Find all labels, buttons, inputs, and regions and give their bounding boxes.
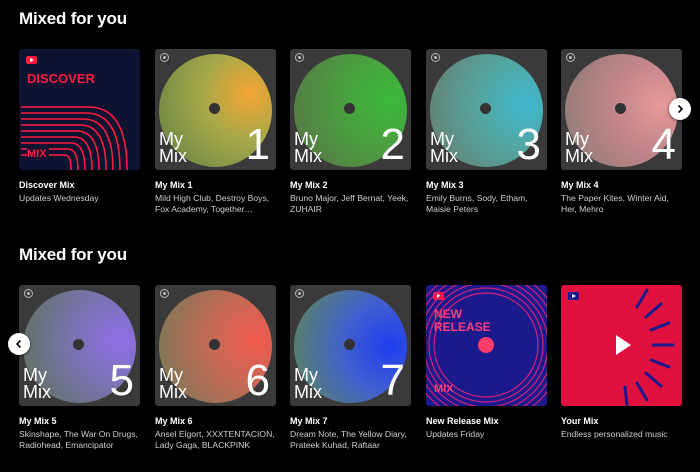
radial-dashes-graphic <box>616 288 675 406</box>
next-button[interactable] <box>669 98 691 120</box>
card-subtitle: Mild High Club, Destroy Boys, Fox Academ… <box>155 193 270 214</box>
new-release-art-word-2: RELEASE <box>434 320 491 334</box>
chevron-right-icon <box>677 104 684 114</box>
card-subtitle: Bruno Major, Jeff Bernat, Yeek, ZUHAIR <box>290 193 409 214</box>
art-number: 4 <box>651 120 676 169</box>
art-label: My Mix <box>430 129 458 166</box>
card-subtitle: Updates Friday <box>426 429 485 439</box>
my-mix-3-art[interactable]: My Mix 3 <box>426 49 547 170</box>
art-label: My Mix <box>294 129 322 166</box>
card-title[interactable]: My Mix 2 <box>290 180 411 191</box>
mix-icon <box>24 289 33 298</box>
art-number: 1 <box>245 120 270 169</box>
your-mix-art[interactable] <box>561 285 682 406</box>
card-title[interactable]: My Mix 7 <box>290 416 411 427</box>
playlist-card-my-mix-3[interactable]: My Mix 3 My Mix 3 Emily Burns, Sody, Eth… <box>426 49 547 215</box>
my-mix-6-art[interactable]: My Mix 6 <box>155 285 276 406</box>
mix-icon <box>431 53 440 62</box>
playlist-card-new-release-mix[interactable]: NEW RELEASE MIX New Release Mix Updates … <box>426 285 547 440</box>
mix-icon <box>295 289 304 298</box>
my-mix-7-art[interactable]: My Mix 7 <box>290 285 411 406</box>
section-title: Mixed for you <box>19 245 127 264</box>
card-subtitle: Ansel Elgort, XXXTENTACION, Lady Gaga, B… <box>155 429 275 450</box>
new-release-art-mix-word: MIX <box>434 383 454 395</box>
playlist-card-my-mix-6[interactable]: My Mix 6 My Mix 6 Ansel Elgort, XXXTENTA… <box>155 285 276 451</box>
card-subtitle: Dream Note, The Yellow Diary, Prateek Ku… <box>290 429 407 450</box>
card-title[interactable]: Your Mix <box>561 416 682 427</box>
card-title[interactable]: My Mix 3 <box>426 180 547 191</box>
disc-hole <box>209 103 220 114</box>
mix-icon <box>566 53 575 62</box>
art-label: My Mix <box>23 365 51 402</box>
card-title[interactable]: My Mix 6 <box>155 416 276 427</box>
disc-hole <box>480 103 491 114</box>
playlist-card-my-mix-7[interactable]: My Mix 7 My Mix 7 Dream Note, The Yellow… <box>290 285 411 451</box>
playlist-card-your-mix[interactable]: Your Mix Endless personalized music <box>561 285 682 440</box>
disc-hole <box>615 103 626 114</box>
card-title[interactable]: Discover Mix <box>19 180 140 191</box>
new-release-art-word: NEW <box>434 307 462 321</box>
discover-art-word: DISCOVER <box>27 71 97 86</box>
card-subtitle: Endless personalized music <box>561 429 668 439</box>
playlist-card-my-mix-5[interactable]: My Mix 5 My Mix 5 Skinshape, The War On … <box>19 285 140 451</box>
card-subtitle: Updates Wednesday <box>19 193 99 203</box>
art-label: My Mix <box>159 129 187 166</box>
art-label: My Mix <box>159 365 187 402</box>
card-subtitle: Emily Burns, Sody, Etham, Maisie Peters <box>426 193 528 214</box>
art-number: 7 <box>380 356 405 405</box>
art-number: 3 <box>516 120 541 169</box>
card-subtitle: The Paper Kites, Winter Aid, Her, Mehro <box>561 193 669 214</box>
card-title[interactable]: My Mix 4 <box>561 180 682 191</box>
art-label: My Mix <box>565 129 593 166</box>
playlist-card-discover-mix[interactable]: DISCOVER MIX Discover Mix Updates Wednes… <box>19 49 140 204</box>
playlist-card-my-mix-4[interactable]: My Mix 4 My Mix 4 The Paper Kites, Winte… <box>561 49 682 215</box>
disc-hole <box>209 339 220 350</box>
discover-art-mix-word: MIX <box>27 148 49 160</box>
disc-hole <box>73 339 84 350</box>
art-label: My Mix <box>294 365 322 402</box>
mix-icon <box>160 289 169 298</box>
previous-button[interactable] <box>8 333 30 355</box>
section-title: Mixed for you <box>19 9 127 28</box>
art-number: 6 <box>245 356 270 405</box>
chevron-left-icon <box>15 339 22 349</box>
disc-hole <box>344 103 355 114</box>
new-release-mix-art[interactable]: NEW RELEASE MIX <box>426 285 547 406</box>
mix-icon <box>160 53 169 62</box>
art-number: 5 <box>109 356 134 405</box>
card-title[interactable]: New Release Mix <box>426 416 547 427</box>
playlist-card-my-mix-2[interactable]: My Mix 2 My Mix 2 Bruno Major, Jeff Bern… <box>290 49 411 215</box>
card-subtitle: Skinshape, The War On Drugs, Radiohead, … <box>19 429 138 450</box>
art-number: 2 <box>380 120 405 169</box>
mix-icon <box>295 53 304 62</box>
disc-hole <box>344 339 355 350</box>
my-mix-4-art[interactable]: My Mix 4 <box>561 49 682 170</box>
discover-mix-art[interactable]: DISCOVER MIX <box>19 49 140 170</box>
playlist-card-my-mix-1[interactable]: My Mix 1 My Mix 1 Mild High Club, Destro… <box>155 49 276 215</box>
my-mix-2-art[interactable]: My Mix 2 <box>290 49 411 170</box>
card-title[interactable]: My Mix 5 <box>19 416 140 427</box>
card-title[interactable]: My Mix 1 <box>155 180 276 191</box>
my-mix-5-art[interactable]: My Mix 5 <box>19 285 140 406</box>
my-mix-1-art[interactable]: My Mix 1 <box>155 49 276 170</box>
